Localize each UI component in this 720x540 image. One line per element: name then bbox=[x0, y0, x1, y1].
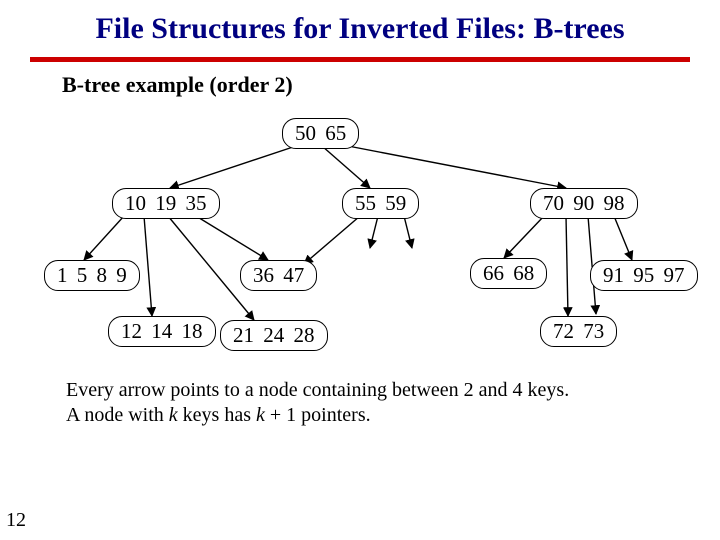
caption-line1: Every arrow points to a node containing … bbox=[66, 379, 569, 401]
leaf-91-95-97: 91 95 97 bbox=[590, 260, 698, 291]
caption: Every arrow points to a node containing … bbox=[0, 368, 720, 428]
caption-line2-pre: A node with bbox=[66, 404, 169, 426]
caption-line2-mid: keys has bbox=[178, 404, 256, 426]
caption-k1: k bbox=[169, 404, 178, 426]
node-70-90-98: 70 90 98 bbox=[530, 188, 638, 219]
btree-diagram: 50 65 10 19 35 55 59 70 90 98 1 5 8 9 36… bbox=[0, 98, 720, 368]
node-10-19-35: 10 19 35 bbox=[112, 188, 220, 219]
slide-subtitle: B-tree example (order 2) bbox=[0, 72, 720, 98]
caption-k2: k bbox=[256, 404, 265, 426]
page-number: 12 bbox=[6, 509, 26, 532]
node-root: 50 65 bbox=[282, 118, 359, 149]
leaf-1-5-8-9: 1 5 8 9 bbox=[44, 260, 140, 291]
leaf-12-14-18: 12 14 18 bbox=[108, 316, 216, 347]
leaf-21-24-28: 21 24 28 bbox=[220, 320, 328, 351]
leaf-66-68: 66 68 bbox=[470, 258, 547, 289]
node-55-59: 55 59 bbox=[342, 188, 419, 219]
title-underline bbox=[30, 57, 690, 62]
caption-line2-post: + 1 pointers. bbox=[265, 404, 371, 426]
leaf-72-73: 72 73 bbox=[540, 316, 617, 347]
leaf-36-47: 36 47 bbox=[240, 260, 317, 291]
slide-title: File Structures for Inverted Files: B-tr… bbox=[0, 0, 720, 53]
